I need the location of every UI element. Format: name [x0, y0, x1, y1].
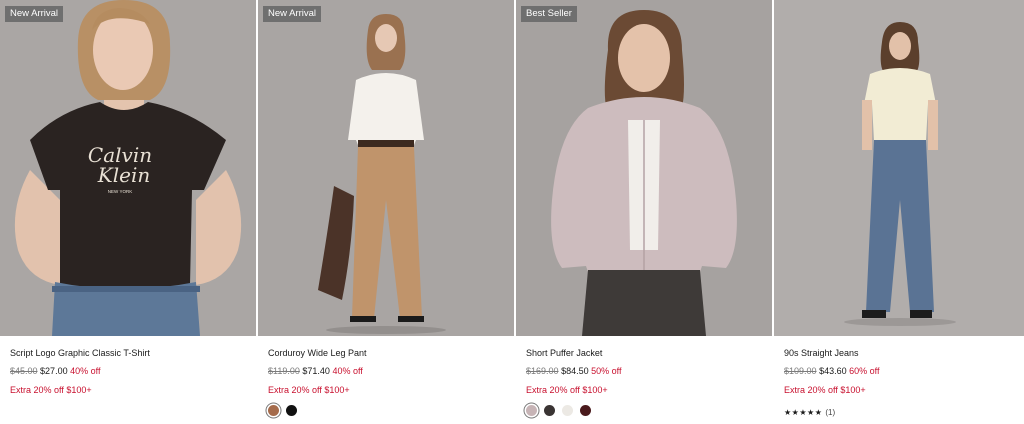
product-image-corduroy[interactable]: New Arrival	[258, 0, 514, 336]
sale-price: $43.60	[819, 366, 847, 376]
product-image-tshirt[interactable]: Calvin Klein NEW YORK New Arrival	[0, 0, 256, 336]
promo-text: Extra 20% off $100+	[526, 385, 608, 395]
discount-label: 40% off	[332, 366, 363, 376]
badge-new-arrival: New Arrival	[5, 6, 64, 22]
star-rating-icon: ★★★★★	[784, 408, 823, 417]
product-name[interactable]: Script Logo Graphic Classic T-Shirt	[10, 348, 246, 359]
product-image-puffer[interactable]: Best Seller	[516, 0, 772, 336]
swatch-black[interactable]	[286, 405, 297, 416]
original-price: $169.00	[526, 366, 559, 376]
price-row: $45.00 $27.00 40% off	[10, 366, 246, 377]
jeans-photo	[774, 0, 1024, 336]
promo-text: Extra 20% off $100+	[784, 385, 866, 395]
swatch-lilac[interactable]	[526, 405, 537, 416]
shirt-print-line3: NEW YORK	[108, 189, 132, 194]
sale-price: $84.50	[561, 366, 589, 376]
badge-best-seller: Best Seller	[521, 6, 577, 22]
swatch-burgundy[interactable]	[580, 405, 591, 416]
product-grid: Calvin Klein NEW YORK New Arrival Script…	[0, 0, 1024, 424]
swatch-ivory[interactable]	[562, 405, 573, 416]
original-price: $45.00	[10, 366, 38, 376]
discount-label: 60% off	[849, 366, 880, 376]
promo-text: Extra 20% off $100+	[268, 385, 350, 395]
price-row: $109.00 $43.60 60% off	[784, 366, 1014, 377]
product-name[interactable]: Corduroy Wide Leg Pant	[268, 348, 504, 359]
product-name[interactable]: Short Puffer Jacket	[526, 348, 762, 359]
review-count[interactable]: (1)	[825, 408, 835, 417]
swatch-charcoal[interactable]	[544, 405, 555, 416]
shirt-print-line2: Klein	[97, 163, 150, 187]
product-card-tshirt[interactable]: Calvin Klein NEW YORK New Arrival Script…	[0, 0, 256, 424]
color-swatches	[268, 405, 504, 416]
product-card-jeans[interactable]: 90s Straight Jeans $109.00 $43.60 60% of…	[774, 0, 1024, 424]
rating-row[interactable]: ★★★★★ (1)	[784, 408, 1014, 417]
price-row: $169.00 $84.50 50% off	[526, 366, 762, 377]
puffer-photo	[516, 0, 772, 336]
badge-new-arrival: New Arrival	[263, 6, 322, 22]
tshirt-photo: Calvin Klein NEW YORK	[0, 0, 256, 336]
product-card-puffer[interactable]: Best Seller Short Puffer Jacket $169.00 …	[516, 0, 772, 424]
product-card-corduroy[interactable]: New Arrival Corduroy Wide Leg Pant $119.…	[258, 0, 514, 424]
swatch-brown[interactable]	[268, 405, 279, 416]
discount-label: 40% off	[70, 366, 101, 376]
product-name[interactable]: 90s Straight Jeans	[784, 348, 1014, 359]
product-image-jeans[interactable]	[774, 0, 1024, 336]
color-swatches	[526, 405, 762, 416]
sale-price: $27.00	[40, 366, 68, 376]
original-price: $109.00	[784, 366, 817, 376]
price-row: $119.00 $71.40 40% off	[268, 366, 504, 377]
corduroy-photo	[258, 0, 514, 336]
promo-text: Extra 20% off $100+	[10, 385, 92, 395]
sale-price: $71.40	[302, 366, 330, 376]
discount-label: 50% off	[591, 366, 622, 376]
original-price: $119.00	[268, 366, 300, 376]
